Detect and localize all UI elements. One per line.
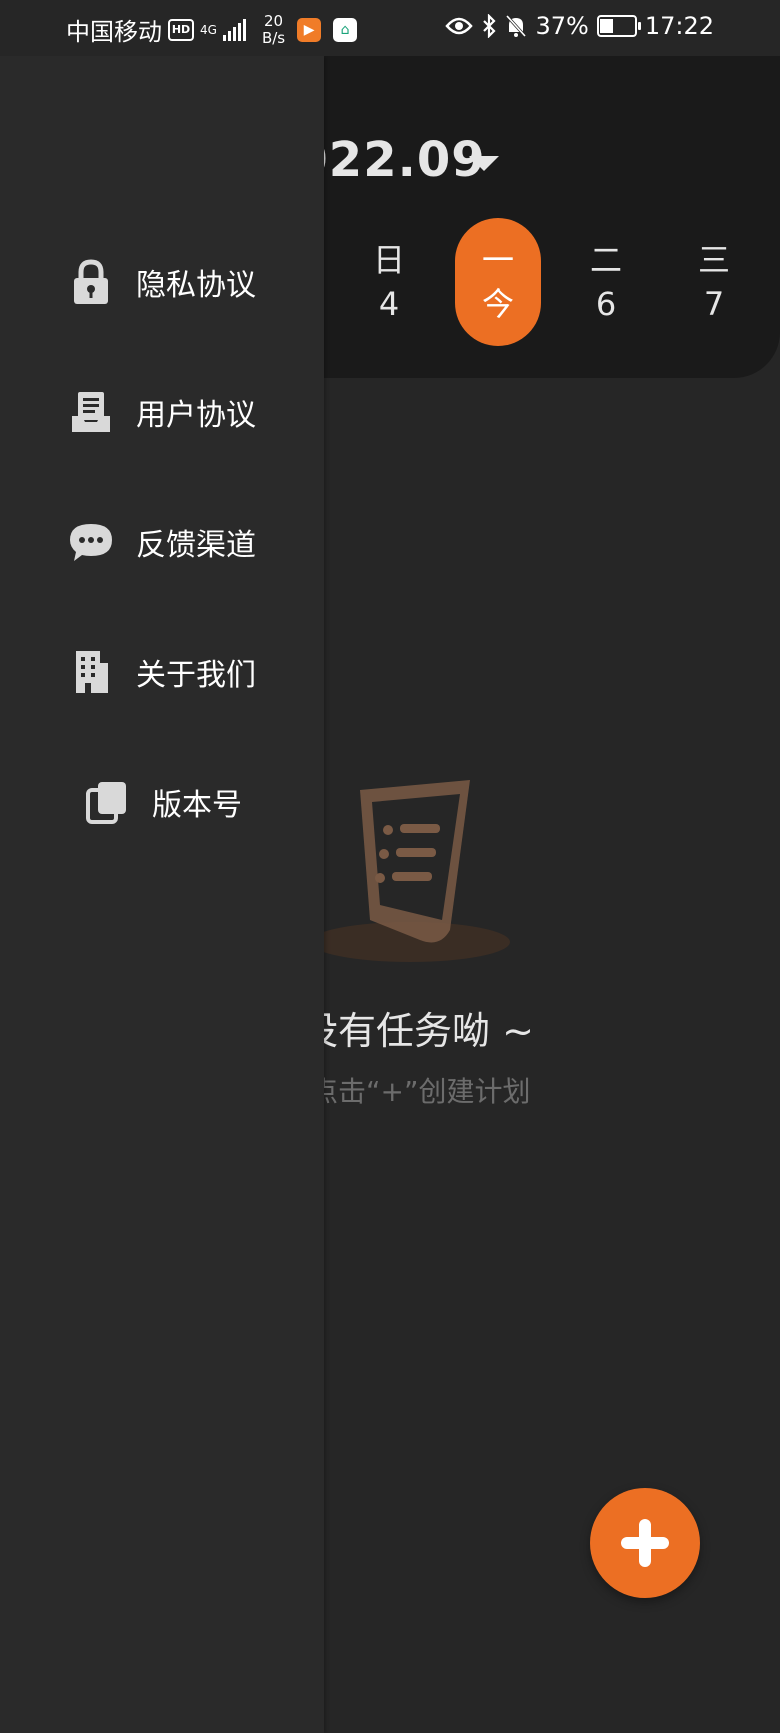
network-speed: 20 B/s (261, 11, 286, 47)
network-speed-unit: B/s (261, 28, 286, 47)
copy-layers-icon (82, 777, 132, 827)
building-icon (66, 647, 116, 697)
menu-item-about-us[interactable]: 关于我们 (66, 642, 256, 702)
empty-task-illustration (310, 780, 510, 962)
home-app-icon: ⌂ (333, 17, 358, 42)
menu-item-feedback[interactable]: 反馈渠道 (66, 512, 256, 572)
menu-item-label: 版本号 (152, 788, 242, 823)
empty-state-title: 没有任务呦 ~ (300, 1009, 534, 1053)
video-app-icon: ▶ (297, 17, 322, 42)
network-type-label: 4G (200, 24, 217, 36)
day-date: 6 (595, 285, 617, 323)
side-drawer: 隐私协议 用户协议 反馈渠道 关于我们 版本号 (0, 56, 324, 1733)
network-type-text: 4G (200, 22, 217, 37)
status-right: 37% 17:22 (445, 12, 714, 40)
eye-icon (445, 17, 474, 35)
day-date: 7 (703, 285, 725, 323)
signal-icon (222, 18, 246, 41)
day-weekday: 一 (481, 241, 514, 279)
plus-icon (621, 1519, 669, 1567)
network-speed-value: 20 (263, 11, 284, 30)
battery-icon (596, 15, 641, 37)
battery-percent: 37% (535, 12, 589, 40)
menu-item-label: 用户协议 (136, 398, 256, 433)
add-task-button[interactable] (590, 1488, 700, 1598)
menu-item-label: 关于我们 (136, 658, 256, 693)
day-weekday: 日 (372, 241, 405, 279)
day-date: 4 (378, 285, 400, 323)
carrier-label: 中国移动 (66, 18, 162, 46)
menu-item-label: 隐私协议 (136, 268, 256, 303)
screen: 中国移动 HD 4G 20 B/s ▶ ⌂ 37% 17:22 2022.09 … (0, 0, 780, 1733)
menu-item-user-agreement[interactable]: 用户协议 (66, 382, 256, 442)
hd-badge: HD (168, 18, 194, 41)
day-weekday: 二 (589, 241, 622, 279)
day-cell-selected[interactable]: 一 今 (455, 218, 541, 346)
lock-icon (66, 257, 116, 307)
chat-bubble-icon (66, 517, 116, 567)
menu-item-label: 反馈渠道 (136, 528, 256, 563)
day-weekday: 三 (697, 241, 730, 279)
caret-down-icon[interactable] (469, 156, 499, 171)
document-tray-icon (66, 387, 116, 437)
day-date: 今 (481, 285, 514, 323)
status-bar: 中国移动 HD 4G 20 B/s ▶ ⌂ 37% 17:22 (0, 0, 780, 56)
bluetooth-icon (483, 14, 497, 38)
day-cell[interactable]: 三 7 (671, 238, 757, 326)
menu-item-version[interactable]: 版本号 (82, 772, 242, 832)
day-cell[interactable]: 二 6 (563, 238, 649, 326)
menu-item-privacy-policy[interactable]: 隐私协议 (66, 252, 256, 312)
clock: 17:22 (644, 12, 714, 40)
day-cell[interactable]: 日 4 (346, 238, 432, 326)
status-left: 中国移动 HD 4G 20 B/s ▶ ⌂ (66, 11, 358, 47)
mute-bell-icon (506, 14, 527, 38)
empty-state-subtitle: 点击“+”创建计划 (310, 1075, 531, 1108)
